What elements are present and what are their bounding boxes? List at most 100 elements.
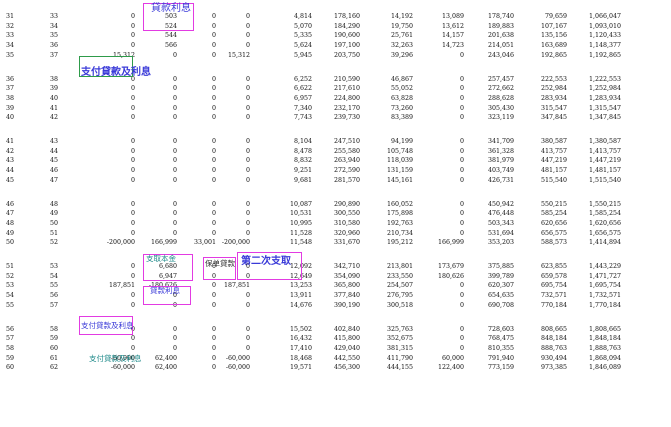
- table-cell: 5,945: [293, 51, 312, 59]
- table-cell: 0: [245, 85, 250, 93]
- table-cell: 1,656,575: [588, 229, 621, 237]
- table-cell: 0: [459, 51, 464, 59]
- table-cell: 588,573: [540, 239, 567, 247]
- table-cell: 222,553: [540, 75, 567, 83]
- table-cell: 331,670: [333, 239, 360, 247]
- table-cell: 50: [5, 239, 14, 247]
- table-cell: 47: [5, 210, 14, 218]
- table-cell: 888,763: [540, 344, 567, 352]
- table-cell: 0: [245, 176, 250, 184]
- repay-loan-interest-label-3: 支付貸款及利息: [89, 354, 142, 363]
- table-row: 58 60 0 0 0 0 17,410 429,040 381,315 0 810,355 888,…: [0, 344, 671, 353]
- table-cell: 53: [5, 282, 14, 290]
- table-cell: 61: [49, 354, 58, 362]
- table-cell: 10,531: [289, 210, 312, 218]
- table-cell: 36: [49, 42, 58, 50]
- table-cell: 0: [245, 13, 250, 20]
- table-cell: 0: [130, 32, 135, 40]
- table-cell: 34: [5, 42, 14, 50]
- loan-interest-label-2: 貸款利息: [150, 286, 180, 295]
- table-cell: 10,087: [289, 200, 312, 208]
- table-cell: 60: [49, 344, 58, 352]
- table-cell: 31: [5, 13, 14, 20]
- table-cell: 515,540: [540, 176, 567, 184]
- table-cell: 0: [245, 22, 250, 30]
- table-cell: 217,610: [333, 85, 360, 93]
- table-cell: 323,119: [487, 114, 514, 122]
- table-cell: 0: [459, 176, 464, 184]
- table-cell: 476,448: [487, 210, 514, 218]
- table-cell: 232,170: [333, 104, 360, 112]
- table-cell: 728,603: [487, 325, 514, 333]
- table-cell: 43: [49, 138, 58, 145]
- table-cell: 173,679: [437, 263, 464, 270]
- loan-interest-label: 貸款利息: [151, 3, 191, 14]
- table-cell: 1,481,157: [588, 167, 621, 175]
- table-cell: 255,580: [333, 147, 360, 155]
- table-cell: 0: [130, 301, 135, 309]
- table-cell: 0: [459, 344, 464, 352]
- table-cell: 0: [245, 157, 250, 165]
- table-cell: 1,846,089: [588, 364, 621, 372]
- table-cell: 1,808,665: [588, 325, 621, 333]
- table-cell: 210,734: [386, 229, 413, 237]
- table-cell: 544: [164, 32, 177, 40]
- second-withdrawal-label: 第二次支取: [241, 256, 291, 267]
- table-cell: 190,600: [333, 32, 360, 40]
- table-cell: 19,750: [390, 22, 413, 30]
- table-cell: 0: [459, 75, 464, 83]
- table-cell: 0: [245, 167, 250, 175]
- table-cell: 620,307: [487, 282, 514, 290]
- table-cell: 13,253: [289, 282, 312, 290]
- table-cell: 0: [245, 32, 250, 40]
- table-cell: 1,770,184: [588, 301, 621, 309]
- table-cell: 0: [130, 272, 135, 280]
- table-cell: 58: [5, 344, 14, 352]
- table-cell: 0: [130, 42, 135, 50]
- table-cell: 0: [245, 229, 250, 237]
- table-cell: 4,814: [293, 13, 312, 20]
- table-cell: 135,156: [540, 32, 567, 40]
- table-cell: 0: [459, 147, 464, 155]
- table-cell: 0: [459, 138, 464, 145]
- table-cell: 48: [49, 200, 58, 208]
- table-cell: 8,832: [293, 157, 312, 165]
- table-cell: 6,622: [293, 85, 312, 93]
- table-cell: 63,828: [390, 94, 413, 102]
- table-cell: 413,757: [540, 147, 567, 155]
- table-cell: 16,432: [289, 335, 312, 343]
- table-row: 45 47 0 0 0 0 9,681 281,570 145,161 0 426,731 515,5…: [0, 176, 671, 185]
- table-cell: 315,547: [540, 104, 567, 112]
- table-cell: 47: [49, 176, 58, 184]
- table-cell: 352,675: [386, 335, 413, 343]
- table-cell: 44: [5, 167, 14, 175]
- table-cell: 50: [49, 219, 58, 227]
- table-cell: 18,468: [289, 354, 312, 362]
- table-cell: 79,659: [544, 13, 567, 20]
- table-cell: 341,709: [487, 138, 514, 145]
- table-cell: 247,510: [333, 138, 360, 145]
- table-cell: 13,911: [289, 292, 312, 300]
- table-cell: 0: [459, 210, 464, 218]
- table-cell: 456,300: [333, 364, 360, 372]
- table-cell: 656,575: [540, 229, 567, 237]
- table-cell: 1,192,865: [588, 51, 621, 59]
- table-cell: 0: [245, 94, 250, 102]
- table-row: 34 36 0 566 0 0 5,624 197,100 32,263 14,723 214,05…: [0, 41, 671, 50]
- table-cell: 263,940: [333, 157, 360, 165]
- table-cell: 35: [5, 51, 14, 59]
- table-cell: 19,571: [289, 364, 312, 372]
- table-row: 38 40 0 0 0 0 6,957 224,800 63,828 0 288,628 283,93…: [0, 94, 671, 103]
- table-row: 60 62 -60,000 62,400 0 -60,000 19,571 456,300 44…: [0, 363, 671, 372]
- table-row: 32 34 0 524 0 0 5,070 184,290 19,750 13,612 189,88…: [0, 22, 671, 31]
- table-row: 46 48 0 0 0 0 10,087 290,890 160,052 0 450,942 550,…: [0, 200, 671, 209]
- table-cell: 187,851: [223, 282, 250, 290]
- table-cell: 0: [172, 210, 177, 218]
- table-cell: 0: [459, 229, 464, 237]
- table-cell: 41: [49, 104, 58, 112]
- table-cell: 8,478: [293, 147, 312, 155]
- table-cell: 55: [5, 301, 14, 309]
- table-cell: 36: [5, 75, 14, 83]
- table-cell: 0: [130, 13, 135, 20]
- table-cell: 0: [130, 292, 135, 300]
